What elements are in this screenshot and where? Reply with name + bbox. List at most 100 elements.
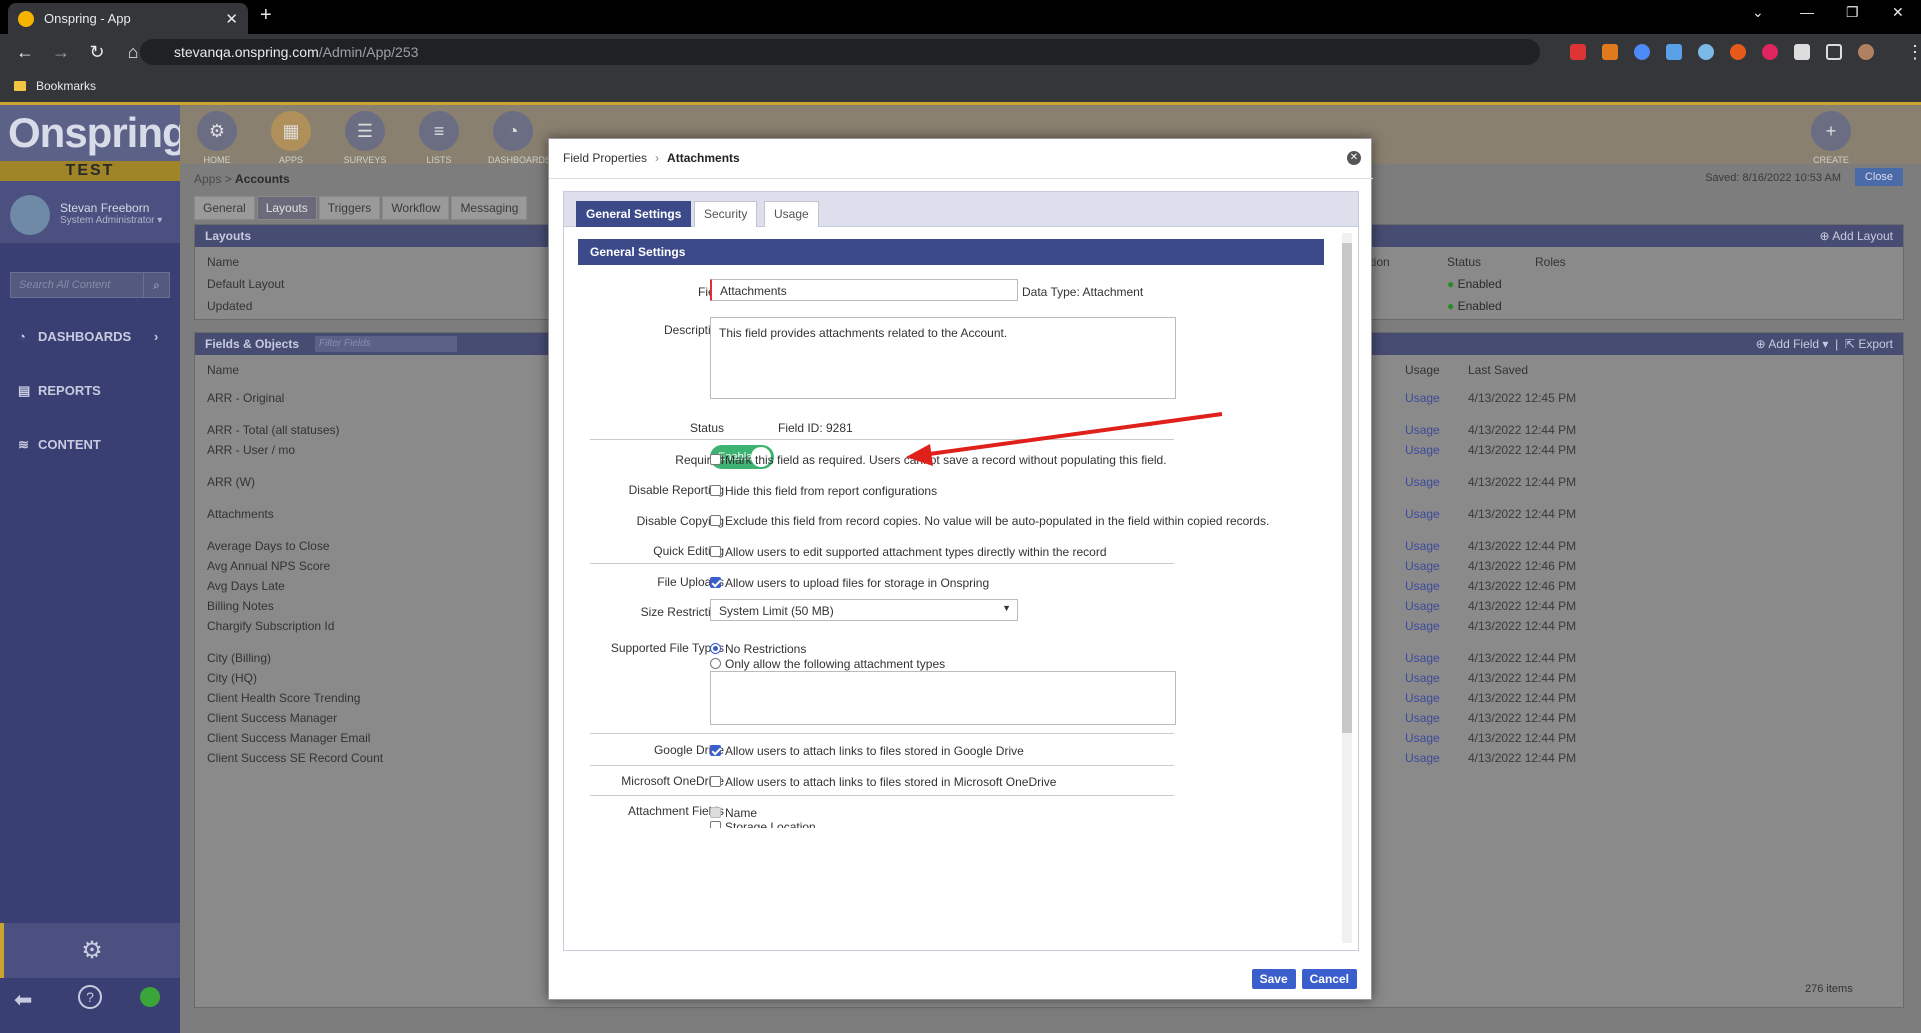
back-arrow-icon[interactable]: ⬅ bbox=[14, 987, 32, 1013]
sidebar-item-content[interactable]: ≋ CONTENT bbox=[18, 437, 101, 453]
usage-link[interactable]: Usage bbox=[1405, 691, 1440, 705]
save-button[interactable]: Save bbox=[1251, 969, 1296, 989]
user-role-dropdown[interactable]: System Administrator ▾ bbox=[60, 215, 162, 226]
usage-link[interactable]: Usage bbox=[1405, 619, 1440, 633]
window-close-icon[interactable]: ✕ bbox=[1892, 4, 1904, 21]
only-allow-radio[interactable] bbox=[710, 658, 721, 669]
forward-icon[interactable]: → bbox=[50, 42, 72, 63]
settings-scroll-area[interactable]: General Settings Field Attachments Data … bbox=[563, 227, 1359, 951]
lists-button[interactable]: ≡ LISTS bbox=[414, 111, 464, 165]
search-all-input[interactable]: Search All Content ⌕ bbox=[10, 272, 170, 298]
search-icon[interactable]: ⌕ bbox=[143, 273, 169, 297]
usage-link[interactable]: Usage bbox=[1405, 579, 1440, 593]
avatar[interactable] bbox=[10, 195, 50, 235]
storage-checkbox[interactable] bbox=[710, 821, 721, 828]
sidebar-item-dashboards[interactable]: ◔ DASHBOARDS › bbox=[18, 329, 158, 344]
usage-link[interactable]: Usage bbox=[1405, 671, 1440, 685]
tab-general[interactable]: General bbox=[194, 196, 255, 220]
extension-icon[interactable] bbox=[1666, 44, 1682, 60]
table-row[interactable]: Chargify Subscription Id bbox=[207, 619, 334, 633]
onspring-logo[interactable]: Onspring bbox=[0, 105, 188, 161]
usage-link[interactable]: Usage bbox=[1405, 507, 1440, 521]
usage-link[interactable]: Usage bbox=[1405, 559, 1440, 573]
usage-link[interactable]: Usage bbox=[1405, 539, 1440, 553]
tab-layouts[interactable]: Layouts bbox=[256, 196, 317, 220]
column-header[interactable]: Roles bbox=[1535, 255, 1566, 269]
usage-link[interactable]: Usage bbox=[1405, 423, 1440, 437]
quick-editing-option[interactable]: Allow users to edit supported attachment… bbox=[710, 545, 1107, 559]
sidepanel-icon[interactable] bbox=[1826, 44, 1842, 60]
add-layout-button[interactable]: ⊕ Add Layout bbox=[1820, 225, 1893, 247]
close-button[interactable]: Close bbox=[1854, 168, 1903, 186]
table-row[interactable]: Updated bbox=[207, 299, 252, 313]
home-button[interactable]: ⚙ HOME bbox=[192, 111, 242, 165]
help-icon[interactable]: ? bbox=[78, 985, 102, 1009]
usage-link[interactable]: Usage bbox=[1405, 391, 1440, 405]
export-button[interactable]: ⇱ Export bbox=[1845, 337, 1893, 351]
tab-general-settings[interactable]: General Settings bbox=[576, 201, 692, 228]
disable-copying-checkbox[interactable] bbox=[710, 515, 721, 526]
table-row[interactable]: Attachments bbox=[207, 507, 274, 521]
table-row[interactable]: ARR - Original bbox=[207, 391, 284, 405]
usage-link[interactable]: Usage bbox=[1405, 751, 1440, 765]
add-field-button[interactable]: ⊕ Add Field ▾ bbox=[1756, 337, 1829, 351]
attachment-types-textarea[interactable] bbox=[710, 671, 1176, 725]
size-restriction-select[interactable]: System Limit (50 MB) ▼ bbox=[710, 599, 1018, 621]
table-row[interactable]: City (HQ) bbox=[207, 671, 257, 685]
google-drive-checkbox[interactable] bbox=[710, 745, 721, 756]
column-header[interactable]: Status bbox=[1447, 255, 1481, 269]
bookmarks-folder[interactable]: Bookmarks bbox=[36, 79, 96, 93]
browser-menu-icon[interactable]: ⋮ bbox=[1904, 42, 1921, 63]
file-uploads-option[interactable]: Allow users to upload files for storage … bbox=[710, 576, 989, 590]
description-textarea[interactable]: This field provides attachments related … bbox=[710, 317, 1176, 399]
profile-avatar[interactable] bbox=[1858, 44, 1874, 60]
usage-link[interactable]: Usage bbox=[1405, 731, 1440, 745]
table-row[interactable]: Client Success Manager bbox=[207, 711, 337, 725]
gear-icon[interactable]: ⚙ bbox=[0, 923, 180, 978]
tab-messaging[interactable]: Messaging bbox=[451, 196, 528, 220]
browser-tab[interactable]: Onspring - App ✕ bbox=[8, 3, 248, 34]
close-tab-icon[interactable]: ✕ bbox=[225, 10, 238, 28]
disable-reporting-checkbox[interactable] bbox=[710, 485, 721, 496]
only-allow-option[interactable]: Only allow the following attachment type… bbox=[710, 657, 945, 671]
apps-button[interactable]: ▦ APPS bbox=[266, 111, 316, 165]
onedrive-option[interactable]: Allow users to attach links to files sto… bbox=[710, 775, 1056, 789]
dashboards-button[interactable]: ◔ DASHBOARDS bbox=[488, 111, 551, 165]
filter-fields-input[interactable]: Filter Fields bbox=[315, 336, 457, 352]
table-row[interactable]: Avg Annual NPS Score bbox=[207, 559, 330, 573]
usage-link[interactable]: Usage bbox=[1405, 599, 1440, 613]
new-tab-icon[interactable]: + bbox=[260, 4, 272, 27]
address-bar[interactable]: stevanqa.onspring.com/Admin/App/253 bbox=[140, 39, 1540, 65]
react-devtools-icon[interactable] bbox=[1698, 44, 1714, 60]
usage-link[interactable]: Usage bbox=[1405, 475, 1440, 489]
required-option[interactable]: Mark this field as required. Users canno… bbox=[710, 453, 1167, 467]
table-row[interactable]: ARR - User / mo bbox=[207, 443, 295, 457]
restore-icon[interactable]: ❐ bbox=[1846, 4, 1859, 21]
tab-security[interactable]: Security bbox=[694, 201, 758, 228]
usage-link[interactable]: Usage bbox=[1405, 651, 1440, 665]
file-uploads-checkbox[interactable] bbox=[710, 577, 721, 588]
no-restrictions-option[interactable]: No Restrictions bbox=[710, 642, 806, 656]
cancel-button[interactable]: Cancel bbox=[1301, 969, 1357, 989]
tab-search-icon[interactable]: ⌄ bbox=[1752, 4, 1764, 21]
table-row[interactable]: Default Layout bbox=[207, 277, 284, 291]
surveys-button[interactable]: ☰ SURVEYS bbox=[340, 111, 390, 165]
quick-editing-checkbox[interactable] bbox=[710, 546, 721, 557]
onedrive-checkbox[interactable] bbox=[710, 776, 721, 787]
table-row[interactable]: Avg Days Late bbox=[207, 579, 285, 593]
table-row[interactable]: Billing Notes bbox=[207, 599, 274, 613]
tab-triggers[interactable]: Triggers bbox=[318, 196, 381, 220]
table-row[interactable]: ARR - Total (all statuses) bbox=[207, 423, 340, 437]
table-row[interactable]: ARR (W) bbox=[207, 475, 255, 489]
puzzle-extensions-icon[interactable] bbox=[1794, 44, 1810, 60]
extension-icon[interactable] bbox=[1762, 44, 1778, 60]
column-header[interactable]: Last Saved bbox=[1468, 363, 1528, 377]
usage-link[interactable]: Usage bbox=[1405, 711, 1440, 725]
no-restrictions-radio[interactable] bbox=[710, 643, 721, 654]
reload-icon[interactable]: ↻ bbox=[86, 42, 108, 63]
usage-link[interactable]: Usage bbox=[1405, 443, 1440, 457]
field-name-input[interactable]: Attachments bbox=[710, 279, 1018, 301]
table-row[interactable]: City (Billing) bbox=[207, 651, 271, 665]
back-icon[interactable]: ← bbox=[14, 42, 36, 63]
user-panel[interactable]: Stevan Freeborn System Administrator ▾ bbox=[0, 181, 180, 243]
